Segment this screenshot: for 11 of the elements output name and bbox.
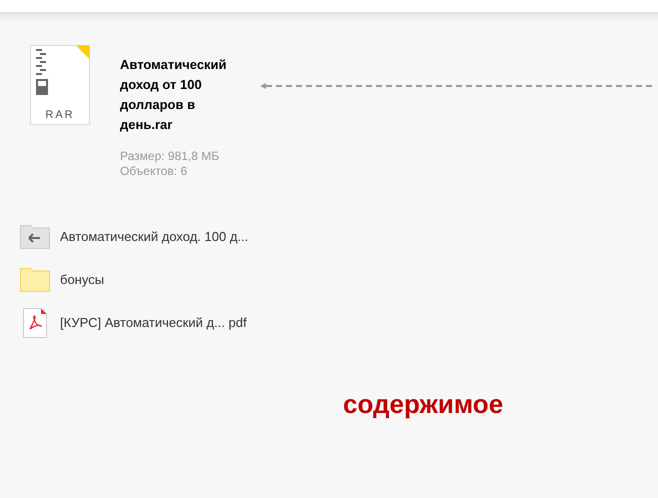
annotation-label: содержимое	[343, 388, 504, 421]
folder-icon	[20, 268, 50, 292]
archive-name: Автоматический доход от 100 долларов в день.rar	[120, 56, 228, 134]
list-item-name[interactable]: бонусы	[60, 270, 104, 290]
archive-size: Размер: 981,8 МБ	[120, 149, 220, 164]
list-item-name[interactable]: Автоматический доход. 100 д...	[60, 227, 248, 247]
list-item-name[interactable]: [КУРС] Автоматический д... pdf	[60, 313, 247, 333]
back-folder-icon	[20, 225, 50, 249]
pdf-file-icon	[23, 308, 47, 338]
archive-file-icon: RAR	[30, 45, 90, 125]
object-count: Объектов: 6	[120, 164, 188, 179]
